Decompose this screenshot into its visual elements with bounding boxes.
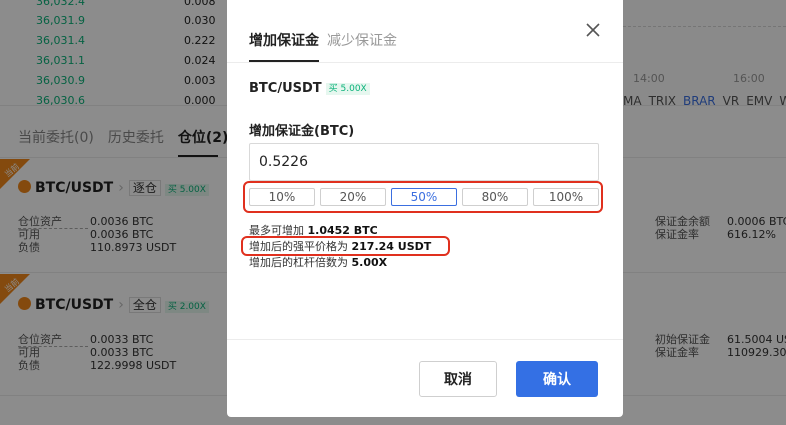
highlight-percent-box: [243, 181, 603, 213]
tab-add-margin[interactable]: 增加保证金: [249, 33, 319, 49]
close-button[interactable]: [579, 16, 607, 44]
adjust-margin-dialog: 增加保证金减少保证金 BTC/USDT买 5.00X 增加保证金(BTC) 10…: [227, 0, 623, 417]
close-icon: [586, 23, 600, 37]
divider: [227, 339, 623, 340]
margin-amount-input[interactable]: [249, 143, 599, 181]
info-label: 增加后的杠杆倍数为: [249, 256, 348, 269]
cancel-button[interactable]: 取消: [419, 361, 497, 397]
amount-field-label: 增加保证金(BTC): [249, 124, 355, 139]
tab-reduce-margin[interactable]: 减少保证金: [327, 33, 397, 49]
info-value: 5.00X: [351, 256, 388, 269]
divider: [227, 62, 623, 63]
leverage-badge: 买 5.00X: [325, 83, 370, 95]
highlight-liquidation-box: [241, 236, 450, 256]
pair-label: BTC/USDT: [249, 81, 322, 96]
confirm-button[interactable]: 确认: [516, 361, 598, 397]
dialog-pair: BTC/USDT 买 5.00X: [249, 81, 370, 96]
leverage-after-info: 增加后的杠杆倍数为 5.00X: [249, 256, 387, 269]
margin-tabs: 增加保证金 减少保证金: [249, 30, 405, 50]
